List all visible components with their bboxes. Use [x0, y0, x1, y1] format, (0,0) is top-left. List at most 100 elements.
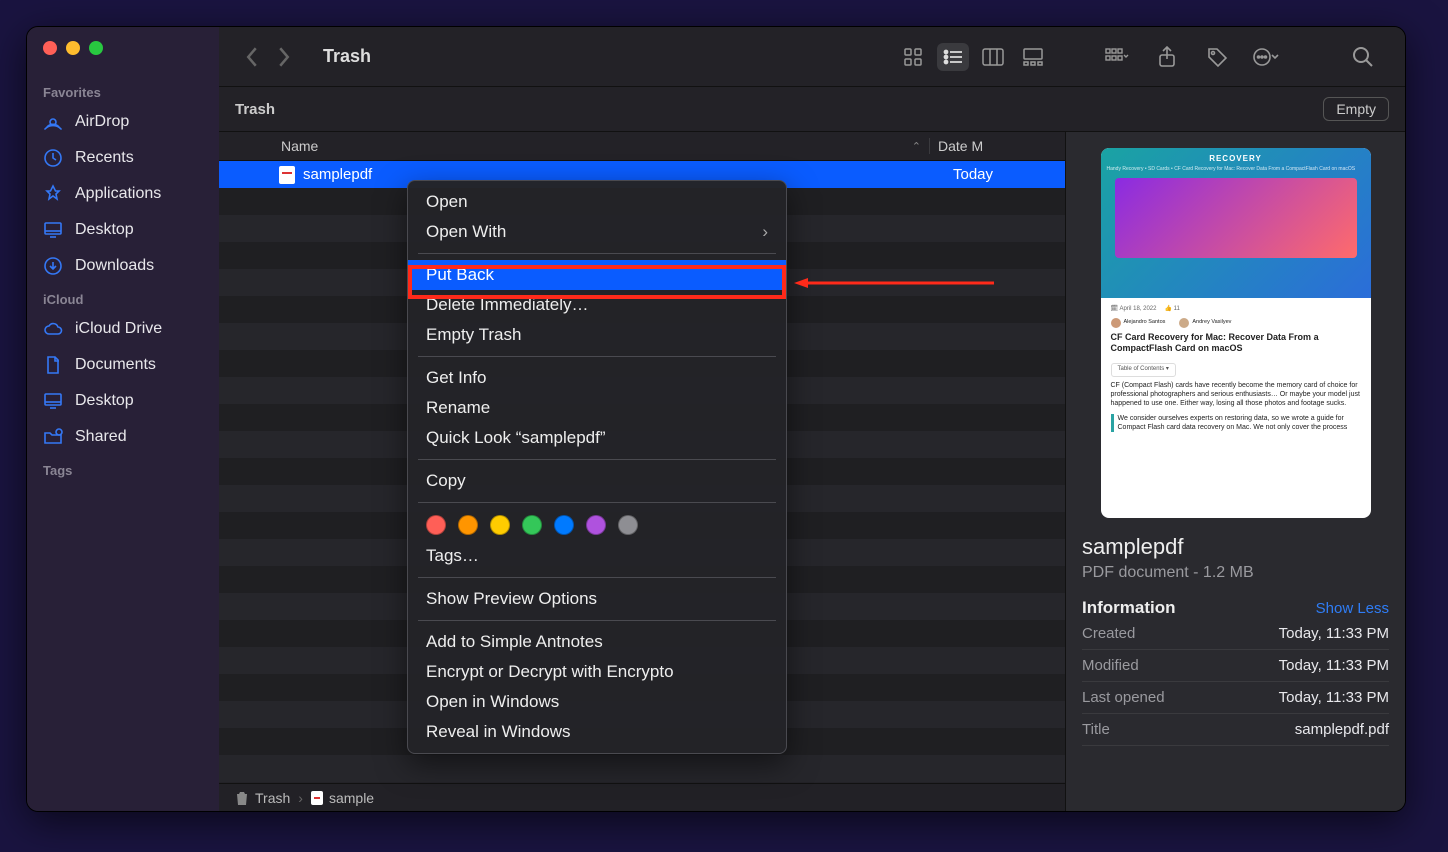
menu-item-label: Open in Windows: [426, 692, 559, 712]
info-row: Titlesamplepdf.pdf: [1082, 714, 1389, 746]
info-value: Today, 11:33 PM: [1279, 625, 1389, 642]
sidebar-item-label: Desktop: [75, 392, 134, 410]
tag-color-row: [408, 509, 786, 541]
more-actions-button[interactable]: [1251, 43, 1283, 71]
menu-item-open-with[interactable]: Open With ›: [408, 217, 786, 247]
empty-trash-button[interactable]: Empty: [1323, 97, 1389, 121]
shared-folder-icon: [43, 427, 63, 447]
sidebar-item-desktop[interactable]: Desktop: [27, 383, 219, 419]
info-row: Created Today, 11:33 PM: [1082, 618, 1389, 650]
sort-caret-icon[interactable]: ⌃: [904, 140, 929, 153]
cloud-icon: [43, 319, 63, 339]
file-name: samplepdf: [303, 166, 372, 183]
tag-color-dot[interactable]: [458, 515, 478, 535]
menu-item-label: Reveal in Windows: [426, 722, 571, 742]
sidebar-item-label: Shared: [75, 428, 127, 446]
menu-item-open-in-windows[interactable]: Open in Windows: [408, 687, 786, 717]
file-date: Today: [945, 166, 1065, 183]
menu-item-label: Open: [426, 192, 468, 212]
sidebar-section-label: Tags: [27, 459, 219, 482]
view-switch: [893, 43, 1053, 71]
sidebar-item-documents[interactable]: Documents: [27, 347, 219, 383]
file-icon: [311, 791, 323, 805]
info-key: Created: [1082, 625, 1135, 642]
menu-item-label: Add to Simple Antnotes: [426, 632, 603, 652]
tag-color-dot[interactable]: [618, 515, 638, 535]
menu-item-open[interactable]: Open: [408, 187, 786, 217]
area-header: Trash Empty: [219, 87, 1405, 132]
group-by-button[interactable]: [1101, 43, 1133, 71]
menu-item-rename[interactable]: Rename: [408, 393, 786, 423]
menu-item-copy[interactable]: Copy: [408, 466, 786, 496]
sidebar-item-shared[interactable]: Shared: [27, 419, 219, 455]
back-button[interactable]: [241, 43, 263, 71]
menu-item-label: Get Info: [426, 368, 486, 388]
forward-button[interactable]: [273, 43, 295, 71]
info-value: Today, 11:33 PM: [1279, 657, 1389, 674]
desktop-icon: [43, 391, 63, 411]
tag-color-dot[interactable]: [490, 515, 510, 535]
window-controls: [27, 41, 219, 77]
col-date[interactable]: Date M: [929, 138, 1049, 154]
menu-item-tags[interactable]: Tags…: [408, 541, 786, 571]
menu-item-label: Open With: [426, 222, 506, 242]
menu-separator: [418, 356, 776, 357]
info-key: Last opened: [1082, 689, 1165, 706]
sidebar-item-downloads[interactable]: Downloads: [27, 248, 219, 284]
menu-item-label: Empty Trash: [426, 325, 521, 345]
info-key: Title: [1082, 721, 1110, 738]
icon-view-button[interactable]: [897, 43, 929, 71]
menu-item-label: Rename: [426, 398, 490, 418]
info-value: Today, 11:33 PM: [1279, 689, 1389, 706]
menu-item-label: Copy: [426, 471, 466, 491]
minimize-window-button[interactable]: [66, 41, 80, 55]
desktop-icon: [43, 220, 63, 240]
menu-item-reveal-in-windows[interactable]: Reveal in Windows: [408, 717, 786, 747]
path-crumb-file[interactable]: sample: [311, 790, 374, 806]
menu-item-empty-trash[interactable]: Empty Trash: [408, 320, 786, 350]
chevron-right-icon: ›: [762, 222, 768, 242]
show-less-link[interactable]: Show Less: [1316, 600, 1389, 617]
sidebar-item-airdrop[interactable]: AirDrop: [27, 104, 219, 140]
sidebar-item-applications[interactable]: Applications: [27, 176, 219, 212]
menu-item-put-back[interactable]: Put Back: [408, 260, 786, 290]
menu-item-quick-look-samplepdf[interactable]: Quick Look “samplepdf”: [408, 423, 786, 453]
sidebar-item-label: iCloud Drive: [75, 320, 162, 338]
tags-button[interactable]: [1201, 43, 1233, 71]
tag-color-dot[interactable]: [426, 515, 446, 535]
preview-pane: RECOVERY Handy Recovery • SD Cards • CF …: [1065, 132, 1405, 811]
column-view-button[interactable]: [977, 43, 1009, 71]
preview-filename: samplepdf: [1082, 534, 1389, 560]
menu-item-label: Delete Immediately…: [426, 295, 589, 315]
tag-color-dot[interactable]: [522, 515, 542, 535]
preview-subtitle: PDF document - 1.2 MB: [1082, 564, 1389, 582]
info-key: Modified: [1082, 657, 1139, 674]
sidebar-item-desktop[interactable]: Desktop: [27, 212, 219, 248]
info-row: Last opened Today, 11:33 PM: [1082, 682, 1389, 714]
sidebar-item-label: Downloads: [75, 257, 154, 275]
path-crumb-trash[interactable]: Trash: [235, 790, 290, 806]
menu-item-encrypt-or-decrypt-with-encrypto[interactable]: Encrypt or Decrypt with Encrypto: [408, 657, 786, 687]
col-name[interactable]: Name: [235, 138, 904, 154]
menu-separator: [418, 620, 776, 621]
sidebar: FavoritesAirDropRecentsApplicationsDeskt…: [27, 27, 219, 811]
menu-item-label: Show Preview Options: [426, 589, 597, 609]
close-window-button[interactable]: [43, 41, 57, 55]
zoom-window-button[interactable]: [89, 41, 103, 55]
menu-item-show-preview-options[interactable]: Show Preview Options: [408, 584, 786, 614]
location-title: Trash: [323, 46, 371, 67]
menu-item-delete-immediately[interactable]: Delete Immediately…: [408, 290, 786, 320]
list-view-button[interactable]: [937, 43, 969, 71]
sidebar-item-icloud-drive[interactable]: iCloud Drive: [27, 311, 219, 347]
tag-color-dot[interactable]: [586, 515, 606, 535]
toolbar: Trash: [219, 27, 1405, 87]
search-button[interactable]: [1347, 43, 1379, 71]
info-header: Information: [1082, 598, 1176, 618]
menu-separator: [418, 502, 776, 503]
tag-color-dot[interactable]: [554, 515, 574, 535]
sidebar-item-recents[interactable]: Recents: [27, 140, 219, 176]
menu-item-get-info[interactable]: Get Info: [408, 363, 786, 393]
share-button[interactable]: [1151, 43, 1183, 71]
gallery-view-button[interactable]: [1017, 43, 1049, 71]
menu-item-add-to-simple-antnotes[interactable]: Add to Simple Antnotes: [408, 627, 786, 657]
